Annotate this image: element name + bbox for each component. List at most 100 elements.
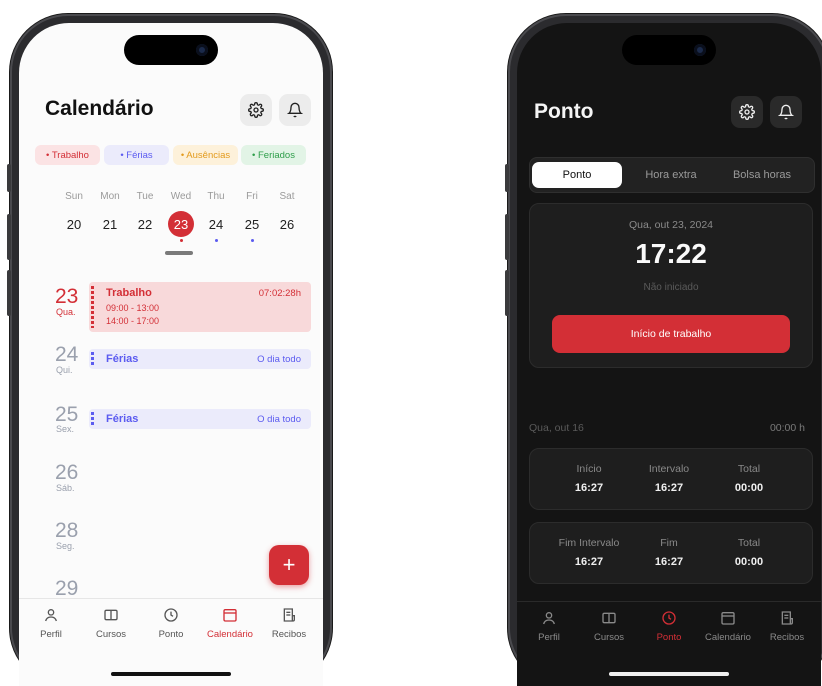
dynamic-island [622, 35, 716, 65]
settings-button[interactable] [731, 96, 763, 128]
legend-trabalho[interactable]: • Trabalho [35, 145, 100, 165]
punch-label: Total [737, 537, 761, 549]
event-duration: O dia todo [257, 414, 301, 425]
nav-label: Perfil [40, 629, 62, 640]
punch-cell: Fim Intervalo 16:27 [544, 537, 634, 568]
weekday-label: Wed [170, 191, 192, 202]
volume-up-button [505, 214, 509, 260]
tab-bolsa-horas[interactable]: Bolsa horas [717, 162, 807, 188]
nav-calendario[interactable]: Calendário [200, 607, 260, 640]
legend-ferias[interactable]: • Férias [104, 145, 169, 165]
legend-ausencias[interactable]: • Ausências [173, 145, 238, 165]
clock-icon [164, 608, 178, 622]
agenda-weekday: Sáb. [56, 483, 75, 493]
page-title: Ponto [534, 100, 594, 123]
clock-icon [662, 611, 676, 625]
day-cell[interactable]: 25 [237, 217, 267, 232]
drag-handle[interactable] [165, 251, 193, 255]
event-trabalho[interactable]: Trabalho 07:02:28h 09:00 - 13:00 14:00 -… [89, 282, 311, 332]
tab-hora-extra[interactable]: Hora extra [626, 162, 716, 188]
add-event-button[interactable]: + [269, 545, 309, 585]
nav-label: Cursos [593, 632, 625, 643]
day-cell[interactable]: 20 [59, 217, 89, 232]
book-icon [104, 609, 118, 621]
legend-feriados[interactable]: • Feriados [241, 145, 306, 165]
nav-label: Perfil [538, 632, 560, 643]
ponto-screen: Ponto Ponto Hora extra Bolsa horas Qua, … [517, 23, 821, 686]
punch-label: Fim [660, 537, 678, 549]
nav-label: Recibos [271, 629, 307, 640]
punch-value: 00:00 [734, 556, 764, 568]
nav-calendario[interactable]: Calendário [698, 610, 758, 643]
event-ferias[interactable]: Férias O dia todo [89, 409, 311, 429]
event-time-range: 14:00 - 17:00 [106, 316, 160, 326]
punch-cell: Intervalo 16:27 [624, 463, 714, 494]
day-cell[interactable]: 26 [272, 217, 302, 232]
punch-label: Início [576, 463, 602, 475]
weekday-label: Sat [279, 191, 295, 202]
nav-label: Calendário [207, 629, 253, 640]
bottom-nav: Perfil Cursos Ponto Calendário Recibos [517, 601, 821, 662]
phone-calendar: Calendário • Trabalho • Férias • Ausênci… [7, 14, 332, 686]
notifications-button[interactable] [279, 94, 311, 126]
day-cell[interactable]: 22 [130, 217, 160, 232]
nav-label: Recibos [769, 632, 805, 643]
day-cell[interactable]: 21 [95, 217, 125, 232]
agenda-weekday: Sex. [56, 424, 75, 434]
nav-ponto[interactable]: Ponto [141, 607, 201, 640]
current-time: 17:22 [635, 238, 707, 269]
weekday-label: Tue [136, 191, 154, 202]
punch-value: 16:27 [574, 482, 604, 494]
gear-icon [248, 102, 264, 118]
gear-icon [739, 104, 755, 120]
event-duration: 07:02:28h [258, 288, 301, 299]
punch-cell: Início 16:27 [544, 463, 634, 494]
punch-value: 16:27 [574, 556, 604, 568]
vacation-dot [215, 239, 218, 242]
bell-icon [778, 104, 794, 120]
bell-icon [287, 102, 303, 118]
nav-recibos[interactable]: Recibos [757, 610, 817, 643]
tab-ponto[interactable]: Ponto [532, 162, 622, 188]
notifications-button[interactable] [770, 96, 802, 128]
nav-cursos[interactable]: Cursos [81, 607, 141, 640]
weekday-label: Mon [100, 191, 120, 202]
event-title: Férias [106, 413, 139, 425]
settings-button[interactable] [240, 94, 272, 126]
event-ferias[interactable]: Férias O dia todo [89, 349, 311, 369]
punch-cell: Fim 16:27 [624, 537, 714, 568]
day-cell[interactable]: 24 [201, 217, 231, 232]
punch-value: 00:00 [734, 482, 764, 494]
dynamic-island [124, 35, 218, 65]
clock-card: Qua, out 23, 2024 17:22 Não iniciado Iní… [529, 203, 813, 368]
punch-row-1[interactable]: Início 16:27 Intervalo 16:27 Total 00:00 [529, 448, 813, 510]
nav-label: Calendário [705, 632, 751, 643]
weekday-label: Sun [65, 191, 83, 202]
punch-label: Intervalo [648, 463, 690, 475]
nav-recibos[interactable]: Recibos [259, 607, 319, 640]
nav-cursos[interactable]: Cursos [579, 610, 639, 643]
day-cell-selected[interactable]: 23 [166, 217, 196, 232]
bottom-nav: Perfil Cursos Ponto Calendário Recibos [19, 598, 323, 659]
receipt-icon [781, 611, 793, 625]
camera-icon [196, 44, 208, 56]
start-work-button[interactable]: Início de trabalho [552, 315, 790, 353]
nav-label: Cursos [95, 629, 127, 640]
home-indicator [111, 672, 231, 676]
calendar-icon [721, 612, 735, 625]
book-icon [602, 612, 616, 624]
volume-up-button [7, 214, 11, 260]
calendar-screen: Calendário • Trabalho • Férias • Ausênci… [19, 23, 323, 686]
agenda-day-number: 28 [55, 519, 79, 542]
punch-row-2[interactable]: Fim Intervalo 16:27 Fim 16:27 Total 00:0… [529, 522, 813, 584]
history-total: 00:00 h [769, 422, 805, 434]
agenda-day-number: 23 [55, 285, 79, 308]
volume-down-button [505, 270, 509, 316]
volume-down-button [7, 270, 11, 316]
agenda-weekday: Qui. [56, 365, 73, 375]
punch-value: 16:27 [654, 556, 684, 568]
nav-perfil[interactable]: Perfil [21, 607, 81, 640]
nav-ponto[interactable]: Ponto [639, 610, 699, 643]
history-date: Qua, out 16 [529, 422, 584, 434]
nav-perfil[interactable]: Perfil [519, 610, 579, 643]
